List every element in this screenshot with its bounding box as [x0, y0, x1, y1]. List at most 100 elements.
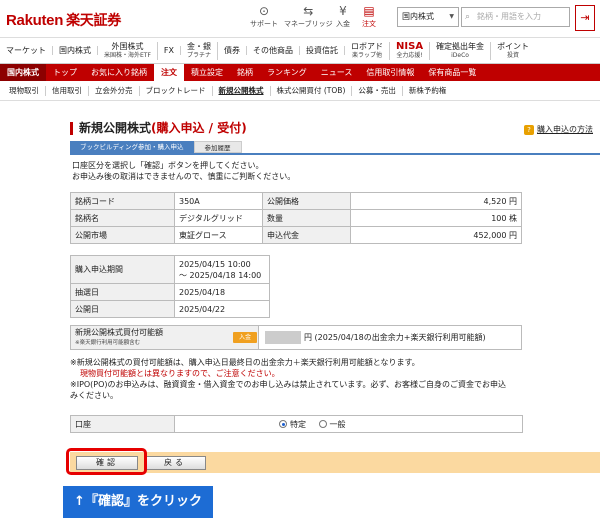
sub-nav-item[interactable]: 新株予約権 — [403, 86, 453, 96]
account-option-ippan[interactable]: 一般 — [318, 420, 346, 429]
confirm-highlight-frame — [66, 448, 147, 475]
notes: ※新規公開株式の買付可能額は、購入申込日最終日の出金余力＋楽天銀行利用可能額とな… — [70, 357, 550, 401]
name-value: デジタルグリッド — [174, 209, 263, 227]
product-nav-sub: 米国株・海外ETF — [104, 51, 151, 59]
name-label: 銘柄名 — [70, 209, 175, 227]
logout-icon: ⇥ — [580, 11, 590, 24]
table-row: 公開日 2025/04/22 — [70, 300, 270, 318]
period-start: 2025/04/15 10:00 — [179, 259, 251, 269]
account-options: 特定 一般 — [174, 415, 523, 433]
code-label: 銘柄コード — [70, 192, 175, 210]
table-row: 購入申込期間 2025/04/15 10:00 ～ 2025/04/18 14:… — [70, 255, 270, 284]
price-label: 公開価格 — [262, 192, 351, 210]
sub-nav-item[interactable]: 公募・売出 — [352, 85, 403, 96]
tab-history[interactable]: 参加履歴 — [193, 141, 242, 153]
instruction-line: お申込み後の取消はできませんので、慎重にご判断ください。 — [72, 172, 296, 181]
account-table: 口座 特定 一般 — [70, 415, 523, 433]
support-label: サポート — [250, 20, 278, 28]
back-button[interactable]: 戻る — [144, 456, 206, 470]
stock-nav-item[interactable]: ニュース — [314, 64, 360, 81]
table-row: 銘柄コード 350A 公開価格 4,520 円 — [70, 192, 522, 210]
support-link[interactable]: ⊙ サポート — [250, 3, 278, 29]
logout-button[interactable]: ⇥ — [575, 5, 595, 31]
instructions: 口座区分を選択し「確認」ボタンを押してください。 お申込み後の取消はできませんの… — [72, 160, 295, 182]
product-nav-label: NISA — [396, 40, 424, 52]
support-icon: ⊙ — [258, 4, 270, 18]
search-input[interactable]: ⌕ 銘柄・用語を入力 — [461, 7, 570, 27]
product-nav-label: 確定拠出年金 — [436, 41, 485, 51]
sub-nav-item[interactable]: ブロックトレード — [140, 85, 213, 96]
buying-power-amount-masked — [265, 331, 301, 344]
product-nav-item[interactable]: その他商品 — [247, 46, 301, 55]
product-nav-item[interactable]: 金・銀 プラチナ — [181, 41, 219, 60]
buying-power-text: 円 (2025/04/18の出金余力+楽天銀行利用可能額) — [304, 333, 486, 342]
stock-nav-item[interactable]: お気に入り銘柄 — [84, 64, 154, 81]
tab-divider — [70, 153, 600, 155]
schedule-table: 購入申込期間 2025/04/15 10:00 ～ 2025/04/18 14:… — [70, 255, 270, 318]
price-value: 4,520 円 — [350, 192, 522, 210]
sub-nav-item[interactable]: 新規公開株式 — [213, 85, 271, 96]
product-nav-label: 債券 — [224, 46, 241, 55]
product-nav-sub: 投資 — [507, 51, 520, 59]
order-link[interactable]: ▤ 注文 — [362, 3, 376, 29]
market-label: 公開市場 — [70, 226, 175, 244]
search-scope-select[interactable]: 国内株式 ▼ — [397, 7, 459, 27]
stock-nav-item[interactable]: 銘柄 — [230, 64, 260, 81]
stock-nav-item[interactable]: 保有商品一覧 — [421, 64, 483, 81]
sub-nav-item[interactable]: 株式公開買付 (TOB) — [271, 85, 353, 96]
product-nav-sub: 楽ラップ他 — [352, 51, 383, 59]
stock-nav-item[interactable]: 信用取引情報 — [359, 64, 421, 81]
product-nav-item[interactable]: FX — [158, 46, 182, 55]
table-row: 口座 特定 一般 — [70, 415, 523, 433]
note-line: みください。 — [70, 391, 118, 400]
listing-value: 2025/04/22 — [174, 300, 270, 318]
page-title-main: 新規公開株式 — [79, 121, 152, 135]
sub-nav-item[interactable]: 現物取引 — [3, 85, 46, 96]
amount-label: 申込代金 — [262, 226, 351, 244]
radio-selected-icon[interactable] — [279, 420, 287, 428]
product-nav-item[interactable]: NISA 全力応援! — [390, 40, 431, 60]
listing-label: 公開日 — [70, 300, 175, 318]
product-nav-item[interactable]: ポイント 投資 — [491, 42, 535, 60]
radio-empty-icon[interactable] — [318, 420, 327, 428]
help-icon: ? — [524, 125, 534, 135]
table-row: 公開市場 東証グロース 申込代金 452,000 円 — [70, 226, 522, 244]
deposit-icon: ¥ — [339, 4, 347, 18]
rakuten-logo[interactable]: Rakuten 楽天証券 — [6, 10, 121, 30]
money-bridge-link[interactable]: ⇆ マネーブリッジ — [284, 3, 333, 29]
amount-value: 452,000 円 — [350, 226, 522, 244]
product-nav-sub: プラチナ — [187, 51, 212, 59]
product-nav-item[interactable]: 投資信託 — [300, 46, 346, 55]
product-nav-item[interactable]: ロボアド 楽ラップ他 — [345, 41, 391, 60]
buying-power-label: 新規公開株式買付可能額 ※楽天銀行利用可能額含む — [71, 326, 259, 349]
product-nav-label: 投資信託 — [306, 46, 339, 55]
deposit-button[interactable]: 入金 — [233, 332, 257, 343]
product-nav-item[interactable]: 債券 — [218, 46, 248, 55]
qty-value: 100 株 — [350, 209, 522, 227]
lottery-value: 2025/04/18 — [174, 283, 270, 301]
product-nav-item[interactable]: マーケット — [0, 46, 53, 55]
stock-nav-item[interactable]: 注文 — [154, 64, 184, 81]
stock-nav-item[interactable]: 国内株式 — [0, 64, 46, 81]
product-nav-item[interactable]: 外国株式 米国株・海外ETF — [98, 41, 158, 60]
stock-nav-item[interactable]: ランキング — [260, 64, 314, 81]
deposit-link[interactable]: ¥ 入金 — [336, 3, 350, 29]
note-warning: 現物買付可能額とは異なりますので、ご注意ください。 — [80, 369, 280, 378]
note-line: ※IPO(PO)のお申込みは、融資資金・借入資金でのお申し込みは禁止されています… — [70, 380, 506, 389]
search-icon: ⌕ — [465, 12, 471, 22]
stock-nav-item[interactable]: 積立設定 — [184, 64, 230, 81]
product-nav-label: ポイント — [497, 41, 530, 51]
stock-nav-item[interactable]: トップ — [46, 64, 84, 81]
product-nav-label: 外国株式 — [111, 41, 144, 51]
product-nav-item[interactable]: 確定拠出年金 iDeCo — [430, 41, 492, 60]
buying-power-box: 新規公開株式買付可能額 ※楽天銀行利用可能額含む 入金 円 (2025/04/1… — [70, 325, 522, 350]
help-link[interactable]: ? 購入申込の方法 — [524, 124, 593, 135]
tab-bookbuilding[interactable]: ブックビルディング参加・購入申込 — [70, 141, 194, 153]
product-nav-label: ロボアド — [351, 41, 384, 51]
search-scope-value: 国内株式 — [402, 12, 434, 21]
product-nav-item[interactable]: 国内株式 — [53, 46, 98, 55]
sub-nav-item[interactable]: 立会外分売 — [89, 85, 140, 96]
product-nav-label: その他商品 — [253, 46, 294, 55]
sub-nav-item[interactable]: 信用取引 — [46, 85, 89, 96]
account-option-tokutei[interactable]: 特定 — [279, 420, 309, 429]
